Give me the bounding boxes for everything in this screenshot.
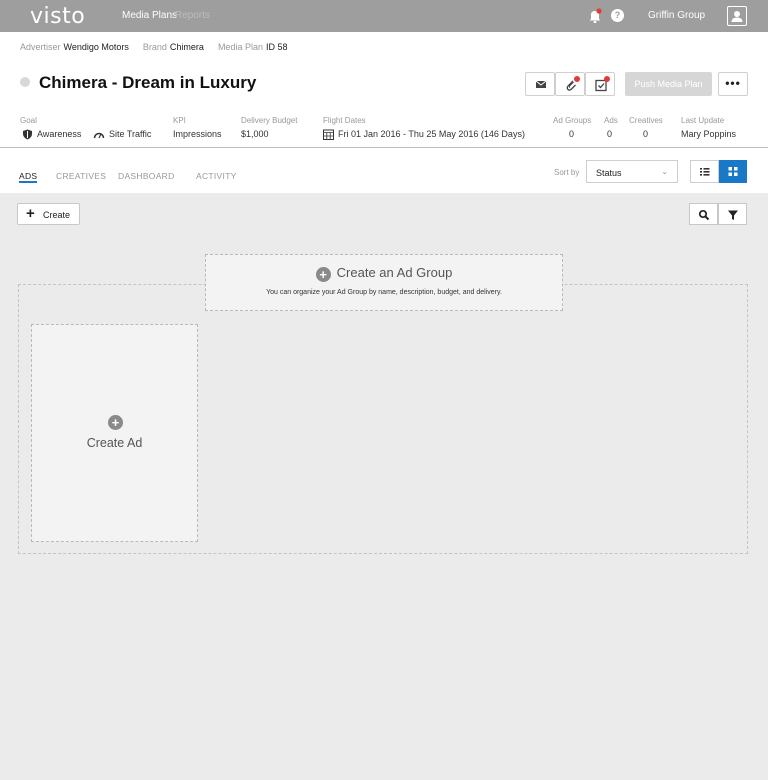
status-indicator: [20, 77, 30, 87]
advertiser-value[interactable]: Wendigo Motors: [64, 42, 129, 52]
checklist-notification-dot: [604, 76, 610, 82]
create-ad-card[interactable]: + Create Ad: [31, 324, 198, 542]
ad-groups-count: 0: [569, 129, 575, 139]
chevron-down-icon: ⌄: [661, 167, 668, 176]
mail-button[interactable]: [525, 72, 555, 96]
last-update-label: Last Update: [681, 116, 725, 125]
speedometer-icon: [93, 132, 105, 139]
plus-circle-icon: +: [108, 415, 123, 430]
flight-dates-label: Flight Dates: [323, 116, 366, 125]
goal-awareness: Awareness: [22, 129, 81, 140]
advertiser-label: Advertiser: [20, 42, 61, 52]
kpi-label: KPI: [173, 116, 186, 125]
top-nav-bar: visto Media Plans Reports ? Griffin Grou…: [0, 0, 768, 32]
more-options-button[interactable]: •••: [718, 72, 748, 96]
search-button[interactable]: [689, 203, 718, 225]
sort-select[interactable]: Status ⌄: [586, 160, 678, 183]
create-ad-group-text: Create an Ad Group: [336, 265, 453, 280]
goal-site-traffic: Site Traffic: [93, 129, 151, 140]
page-title: Chimera - Dream in Luxury: [39, 73, 257, 92]
bell-icon[interactable]: [588, 8, 602, 24]
attachment-notification-dot: [574, 76, 580, 82]
create-ad-group-subtitle: You can organize your Ad Group by name, …: [266, 289, 502, 296]
shield-icon: [23, 129, 32, 140]
calendar-icon: [323, 129, 334, 141]
active-tab-indicator: [19, 181, 37, 183]
plus-icon: +: [26, 205, 35, 222]
creatives-label: Creatives: [629, 116, 663, 125]
flight-dates-text: Fri 01 Jan 2016 - Thu 25 May 2016 (146 D…: [338, 129, 525, 139]
brand-value[interactable]: Chimera: [170, 42, 204, 52]
header-divider: [0, 147, 768, 148]
delivery-budget-label: Delivery Budget: [241, 116, 298, 125]
sort-value: Status: [596, 168, 622, 178]
filter-button[interactable]: [718, 203, 747, 225]
user-icon[interactable]: [727, 6, 747, 26]
visto-logo[interactable]: visto: [30, 4, 85, 29]
nav-media-plans[interactable]: Media Plans: [122, 10, 177, 21]
push-media-plan-button[interactable]: Push Media Plan: [625, 72, 712, 96]
mail-icon: [535, 80, 547, 88]
flight-dates-value: Fri 01 Jan 2016 - Thu 25 May 2016 (146 D…: [323, 129, 525, 141]
media-plan-id: ID 58: [265, 42, 288, 52]
breadcrumb: Advertiser Wendigo Motors Brand Chimera Medi…: [20, 42, 287, 52]
grid-icon: [728, 167, 738, 176]
tab-creatives[interactable]: CREATIVES: [56, 171, 106, 181]
kpi-value: Impressions: [173, 129, 222, 139]
account-name[interactable]: Griffin Group: [648, 10, 705, 21]
create-ad-group-title: + Create an Ad Group: [206, 265, 562, 282]
ads-label: Ads: [604, 116, 618, 125]
create-ad-group-card[interactable]: + Create an Ad Group You can organize you…: [205, 254, 563, 311]
goal-awareness-label: Awareness: [37, 129, 82, 139]
attachment-button[interactable]: [555, 72, 585, 96]
create-ad-label: Create Ad: [86, 436, 143, 450]
goal-label: Goal: [20, 116, 37, 125]
ad-groups-label: Ad Groups: [553, 116, 592, 125]
grid-view-button[interactable]: [719, 160, 747, 183]
checklist-button[interactable]: [585, 72, 615, 96]
tab-dashboard[interactable]: DASHBOARD: [118, 171, 175, 181]
ads-count: 0: [607, 129, 613, 139]
plus-circle-icon: +: [315, 267, 331, 282]
goal-site-traffic-label: Site Traffic: [109, 129, 152, 139]
last-update-value: Mary Poppins: [681, 129, 737, 139]
creatives-count: 0: [643, 129, 649, 139]
tab-activity[interactable]: ACTIVITY: [196, 171, 237, 181]
list-view-button[interactable]: [690, 160, 719, 183]
tab-ads[interactable]: ADS: [19, 171, 37, 181]
delivery-budget-value: $1,000: [241, 129, 269, 139]
list-icon: [700, 168, 710, 176]
create-button-label: Create: [43, 210, 71, 220]
create-button[interactable]: + Create: [17, 203, 80, 225]
media-plan-label: Media Plan: [217, 42, 263, 52]
filter-icon: [728, 210, 738, 220]
sort-label: Sort by: [554, 168, 580, 177]
search-icon: [698, 209, 710, 221]
nav-reports[interactable]: Reports: [175, 10, 210, 21]
help-icon[interactable]: ?: [611, 9, 624, 22]
brand-label: Brand: [142, 42, 167, 52]
